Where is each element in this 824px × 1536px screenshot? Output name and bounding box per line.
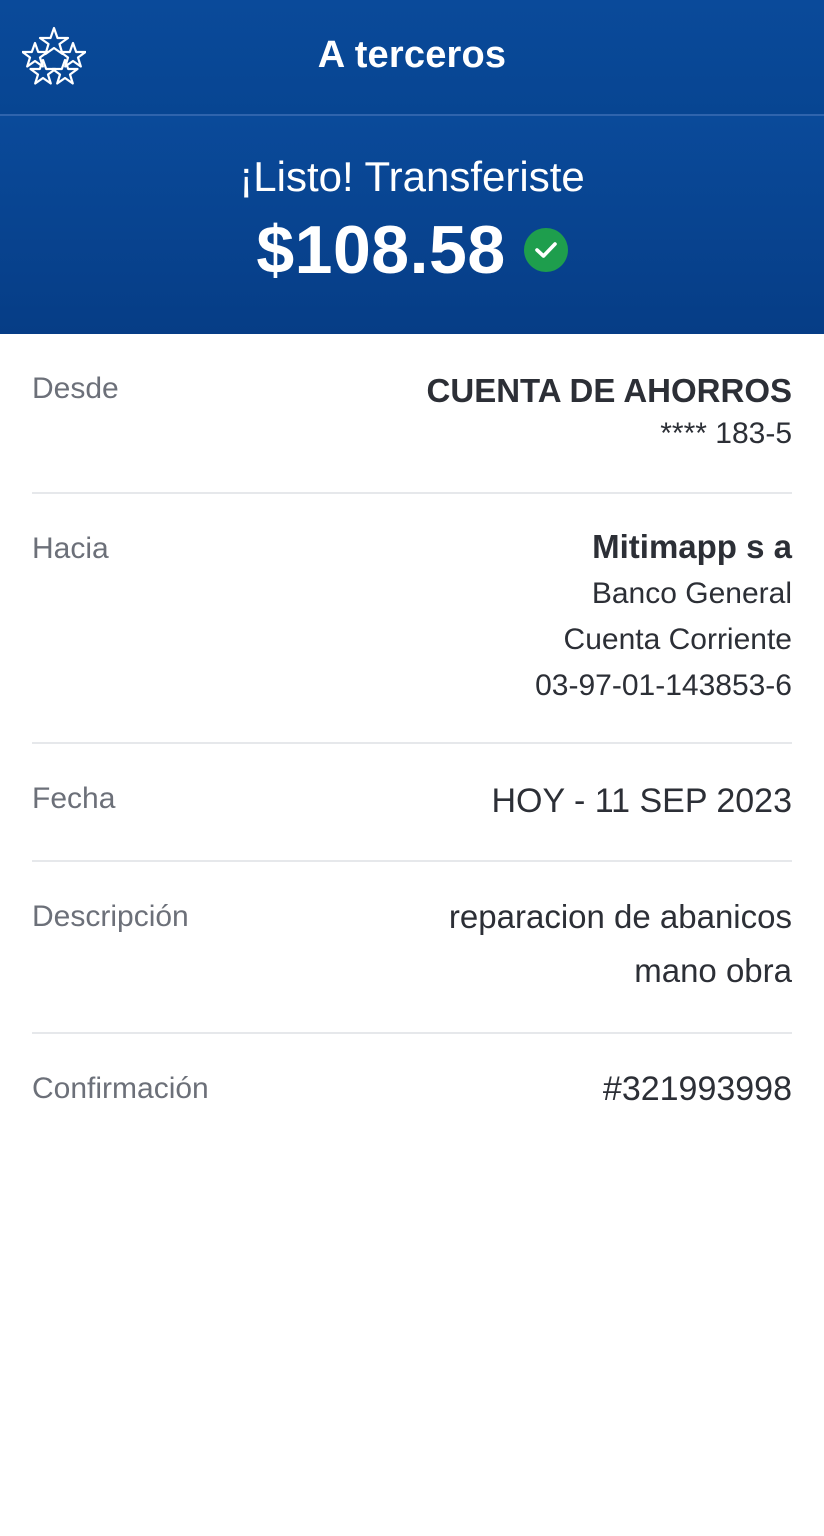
transfer-description: reparacion de abanicos mano obra: [449, 850, 792, 998]
detail-value-desde: CUENTA DE AHORROS **** 183-5: [427, 334, 792, 449]
detail-row-confirmacion: Confirmación #321993998: [32, 1034, 792, 1144]
detail-label-hacia: Hacia: [32, 532, 109, 565]
recipient-bank: Banco General: [591, 577, 792, 610]
detail-row-descripcion: Descripción reparacion de abanicos mano …: [32, 862, 792, 1034]
detail-label-desde: Desde: [32, 372, 119, 405]
detail-row-hacia: Hacia Mitimapp s a Banco General Cuenta …: [32, 494, 792, 744]
recipient-account-number: 03-97-01-143853-6: [535, 669, 792, 702]
recipient-account-type: Cuenta Corriente: [563, 623, 792, 656]
detail-row-fecha: Fecha HOY - 11 SEP 2023: [32, 744, 792, 862]
detail-label-descripcion: Descripción: [32, 900, 189, 933]
success-message: ¡Listo! Transferiste: [239, 153, 585, 200]
transfer-details: Desde CUENTA DE AHORROS **** 183-5 Hacia…: [0, 334, 824, 1144]
amount-row: $108.58: [0, 216, 824, 284]
detail-label-confirmacion: Confirmación: [32, 1072, 209, 1105]
confirmation-number: #321993998: [602, 1070, 792, 1108]
transfer-success-banner: ¡Listo! Transferiste $108.58: [0, 116, 824, 334]
transfer-date: HOY - 11 SEP 2023: [491, 782, 792, 820]
description-line-1: reparacion de abanicos: [448, 898, 792, 935]
app-header: A terceros: [0, 0, 824, 116]
page-title: A terceros: [317, 34, 507, 76]
source-account-number: **** 183-5: [660, 417, 792, 450]
detail-value-hacia: Mitimapp s a Banco General Cuenta Corrie…: [535, 494, 792, 701]
description-line-2: mano obra: [634, 952, 792, 989]
transfer-amount: $108.58: [256, 212, 506, 289]
recipient-name: Mitimapp s a: [592, 528, 792, 565]
source-account-type: CUENTA DE AHORROS: [426, 372, 792, 409]
detail-row-desde: Desde CUENTA DE AHORROS **** 183-5: [32, 334, 792, 494]
detail-label-fecha: Fecha: [32, 782, 116, 815]
check-circle-icon: [523, 228, 568, 273]
